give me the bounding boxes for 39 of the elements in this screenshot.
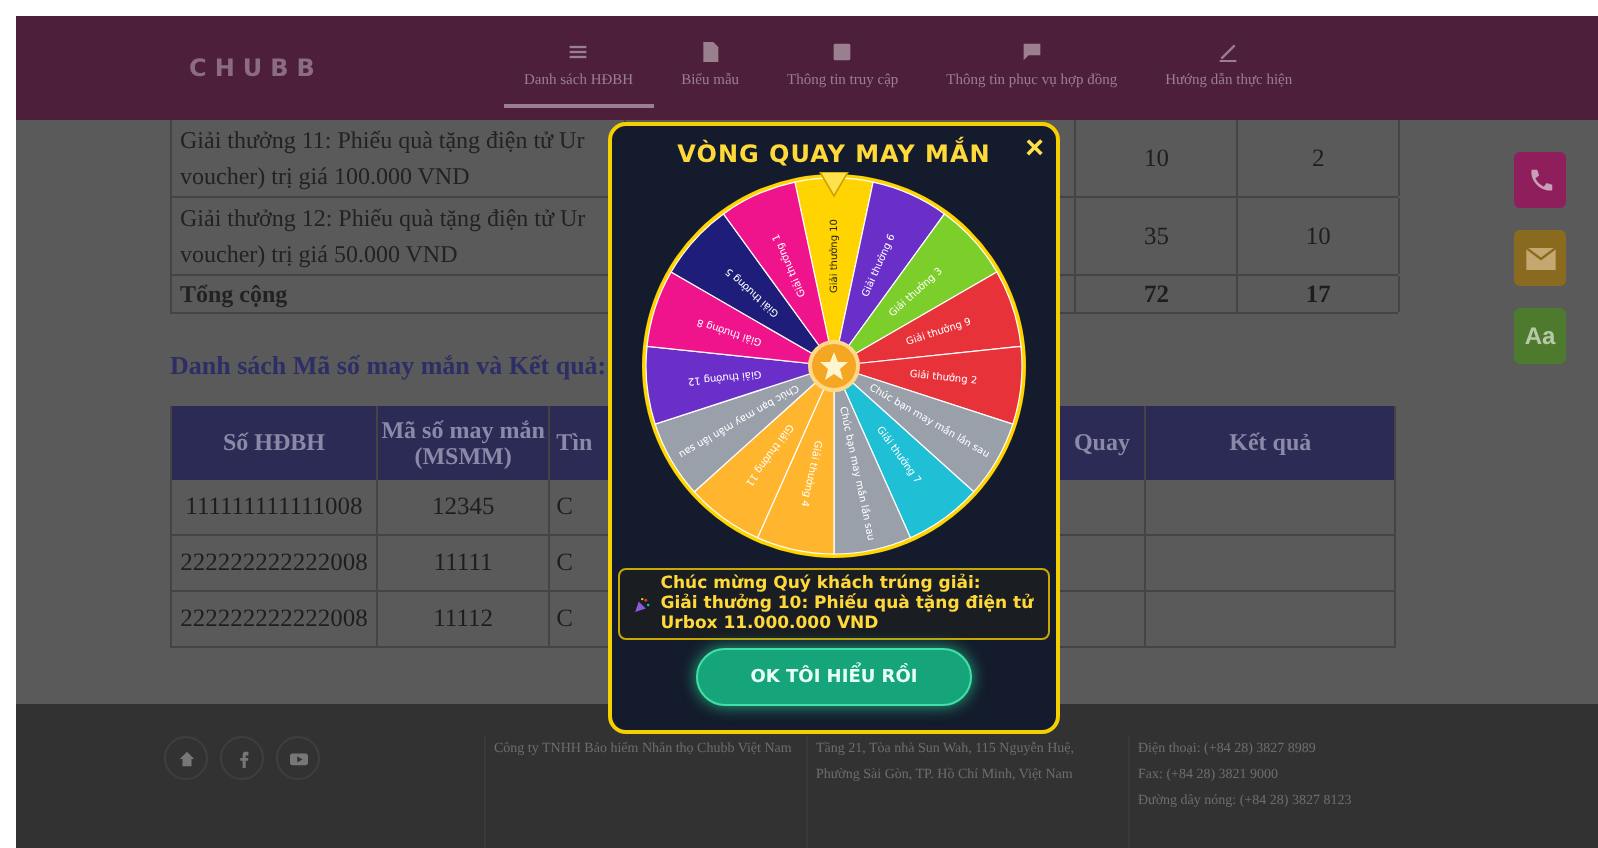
- mail-button[interactable]: [1514, 230, 1566, 286]
- font-size-button[interactable]: Aa: [1514, 308, 1566, 364]
- list-icon: [568, 41, 589, 61]
- phone-button[interactable]: [1514, 152, 1566, 208]
- document-icon: [700, 41, 721, 61]
- table-cell: 17: [1236, 276, 1401, 312]
- table-cell: 2: [1236, 120, 1401, 196]
- table-cell: 10: [1236, 198, 1401, 274]
- column-header: Kết quả: [1144, 406, 1396, 480]
- mail-icon: [1525, 247, 1555, 269]
- home-icon: [177, 749, 195, 767]
- column-header: Mã số may mắn (MSMM): [375, 406, 549, 480]
- ok-button[interactable]: OK TÔI HIỂU RỒI: [696, 648, 972, 706]
- logo[interactable]: CHUBB: [16, 54, 496, 82]
- phone-icon: [1525, 165, 1555, 195]
- dialog-title: VÒNG QUAY MAY MẮN: [677, 140, 991, 168]
- table-cell: 11112: [375, 592, 549, 646]
- youtube-link[interactable]: [276, 736, 320, 780]
- table-cell: 72: [1074, 276, 1239, 312]
- table-cell-text: Tổng cộng: [178, 278, 290, 312]
- result-message: Chúc mừng Quý khách trúng giải: Giải thưởng 10: Phiếu quà tặng điện tử Urbox 11.000.000 VND: [660, 574, 1036, 634]
- table-cell: 222222222222008: [170, 592, 376, 646]
- table-cell: 12345: [375, 480, 549, 534]
- table-cell: 222222222222008: [170, 536, 376, 590]
- facebook-link[interactable]: [220, 736, 264, 780]
- table-cell: 11111: [375, 536, 549, 590]
- pen-icon: [1218, 41, 1239, 61]
- table-cell-text: Giải thưởng 11: Phiếu quà tặng điện tử Ur voucher) trị giá 100.000 VND: [178, 124, 587, 194]
- column-header: Số HĐBH: [170, 406, 376, 480]
- home-link[interactable]: [164, 736, 208, 780]
- close-button[interactable]: ×: [1025, 134, 1044, 166]
- table-cell: 10: [1074, 120, 1239, 196]
- table-cell-text: Giải thưởng 12: Phiếu quà tặng điện tử Ur voucher) trị giá 50.000 VND: [178, 202, 588, 272]
- table-cell: 111111111111008: [170, 480, 376, 534]
- chat-icon: [1021, 41, 1042, 61]
- youtube-icon: [289, 749, 307, 767]
- table-cell: 35: [1074, 198, 1239, 274]
- pointer-icon: [818, 172, 850, 198]
- id-card-icon: [832, 41, 853, 61]
